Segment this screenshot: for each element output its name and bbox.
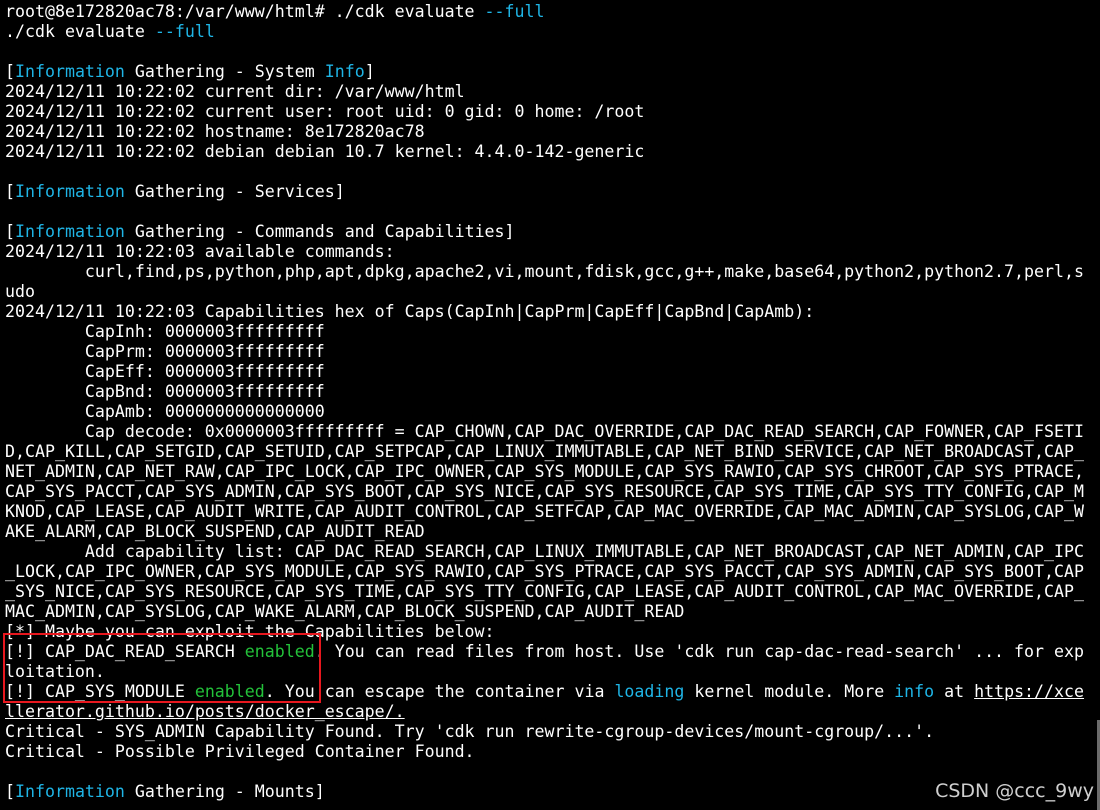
terminal-line: _SYS_NICE,CAP_SYS_RESOURCE,CAP_SYS_TIME,… — [5, 582, 1097, 602]
terminal-line: 2024/12/11 10:22:03 Capabilities hex of … — [5, 302, 1097, 322]
terminal-text: NET_ADMIN,CAP_NET_RAW,CAP_IPC_LOCK,CAP_I… — [5, 462, 1084, 481]
terminal-text: Gathering - Commands and Capabilities] — [124, 222, 515, 241]
terminal-text: Cap decode: 0x0000003fffffffff = CAP_CHO… — [5, 422, 1084, 441]
terminal-text: Gathering - Mounts] — [124, 782, 325, 801]
terminal-output[interactable]: root@8e172820ac78:/var/www/html# ./cdk e… — [5, 2, 1097, 802]
terminal-line: CapEff: 0000003fffffffff — [5, 362, 1097, 382]
terminal-line: CapBnd: 0000003fffffffff — [5, 382, 1097, 402]
terminal-text: . You can read files from host. Use 'cdk… — [314, 642, 1084, 661]
terminal-text: CAP_SYS_PACCT,CAP_SYS_ADMIN,CAP_SYS_BOOT… — [5, 482, 1084, 501]
terminal-line: [Information Gathering - Services] — [5, 182, 1097, 202]
terminal-line: Critical - SYS_ADMIN Capability Found. T… — [5, 722, 1097, 742]
terminal-text: kernel module. More — [684, 682, 895, 701]
terminal-text: curl,find,ps,python,php,apt,dpkg,apache2… — [5, 262, 1084, 281]
terminal-line: CapPrm: 0000003fffffffff — [5, 342, 1097, 362]
terminal-text: Info — [324, 62, 365, 81]
terminal-text: Information — [15, 62, 125, 81]
terminal-text: 2024/12/11 10:22:03 available commands: — [5, 242, 395, 261]
terminal-text: enabled — [244, 642, 315, 661]
terminal-text: Information — [15, 782, 125, 801]
terminal-text: AKE_ALARM,CAP_BLOCK_SUSPEND,CAP_AUDIT_RE… — [5, 522, 425, 541]
terminal-text: Information — [15, 182, 125, 201]
terminal-text: [ — [5, 182, 15, 201]
terminal-line: [Information Gathering - Mounts] — [5, 782, 1097, 802]
terminal-text: CapAmb: 0000000000000000 — [5, 402, 325, 421]
terminal-text: [ — [5, 62, 15, 81]
terminal-text: 2024/12/11 10:22:02 current user: root u… — [5, 102, 645, 121]
terminal-line: KNOD,CAP_LEASE,CAP_AUDIT_WRITE,CAP_AUDIT… — [5, 502, 1097, 522]
csdn-watermark: CSDN @ccc_9wy — [935, 780, 1094, 802]
terminal-line: AKE_ALARM,CAP_BLOCK_SUSPEND,CAP_AUDIT_RE… — [5, 522, 1097, 542]
terminal-line: [Information Gathering - Commands and Ca… — [5, 222, 1097, 242]
terminal-text: loitation. — [5, 662, 105, 681]
terminal-line: udo — [5, 282, 1097, 302]
terminal-text: KNOD,CAP_LEASE,CAP_AUDIT_WRITE,CAP_AUDIT… — [5, 502, 1084, 521]
terminal-text: _LOCK,CAP_IPC_OWNER,CAP_SYS_MODULE,CAP_S… — [5, 562, 1084, 581]
terminal-line: Cap decode: 0x0000003fffffffff = CAP_CHO… — [5, 422, 1097, 442]
terminal-link[interactable]: llerator.github.io/posts/docker_escape/. — [5, 702, 405, 721]
terminal-text: Critical - Possible Privileged Container… — [5, 742, 475, 761]
terminal-text: Gathering - System — [124, 62, 325, 81]
terminal-text: at — [934, 682, 975, 701]
terminal-line: [!] CAP_SYS_MODULE enabled. You can esca… — [5, 682, 1097, 702]
terminal-text: --full — [484, 2, 545, 21]
terminal-text: [*] Maybe you can exploit the Capabiliti… — [5, 622, 495, 641]
terminal-text: . You can escape the container via — [264, 682, 615, 701]
terminal-text: 2024/12/11 10:22:02 debian debian 10.7 k… — [5, 142, 645, 161]
terminal-line: 2024/12/11 10:22:03 available commands: — [5, 242, 1097, 262]
terminal-line: ./cdk evaluate --full — [5, 22, 1097, 42]
terminal-text: Gathering - Services] — [124, 182, 345, 201]
terminal-text: [ — [5, 782, 15, 801]
terminal-line: root@8e172820ac78:/var/www/html# ./cdk e… — [5, 2, 1097, 22]
terminal-line: curl,find,ps,python,php,apt,dpkg,apache2… — [5, 262, 1097, 282]
terminal-text: ] — [364, 62, 375, 81]
terminal-text: Information — [15, 222, 125, 241]
terminal-line: Add capability list: CAP_DAC_READ_SEARCH… — [5, 542, 1097, 562]
terminal-line: 2024/12/11 10:22:02 current dir: /var/ww… — [5, 82, 1097, 102]
terminal-text: 2024/12/11 10:22:02 current dir: /var/ww… — [5, 82, 465, 101]
terminal-line: _LOCK,CAP_IPC_OWNER,CAP_SYS_MODULE,CAP_S… — [5, 562, 1097, 582]
terminal-text: loading — [614, 682, 685, 701]
terminal-text: info — [894, 682, 935, 701]
terminal-text: D,CAP_KILL,CAP_SETGID,CAP_SETUID,CAP_SET… — [5, 442, 1084, 461]
terminal-text: ./cdk evaluate — [5, 22, 155, 41]
terminal-line: Critical - Possible Privileged Container… — [5, 742, 1097, 762]
terminal-line: 2024/12/11 10:22:02 current user: root u… — [5, 102, 1097, 122]
terminal-text: Add capability list: CAP_DAC_READ_SEARCH… — [5, 542, 1084, 561]
terminal-text: [ — [5, 222, 15, 241]
terminal-text: Critical - SYS_ADMIN Capability Found. T… — [5, 722, 935, 741]
terminal-line: MAC_ADMIN,CAP_SYSLOG,CAP_WAKE_ALARM,CAP_… — [5, 602, 1097, 622]
terminal-text: 2024/12/11 10:22:03 Capabilities hex of … — [5, 302, 815, 321]
terminal-text: CapPrm: 0000003fffffffff — [5, 342, 325, 361]
terminal-text: 2024/12/11 10:22:02 hostname: 8e172820ac… — [5, 122, 425, 141]
terminal-text: _SYS_NICE,CAP_SYS_RESOURCE,CAP_SYS_TIME,… — [5, 582, 1084, 601]
terminal-line: [Information Gathering - System Info] — [5, 62, 1097, 82]
terminal-text: CapEff: 0000003fffffffff — [5, 362, 325, 381]
terminal-line: D,CAP_KILL,CAP_SETGID,CAP_SETUID,CAP_SET… — [5, 442, 1097, 462]
terminal-text: enabled — [194, 682, 265, 701]
terminal-text: [!] CAP_SYS_MODULE — [5, 682, 195, 701]
terminal-line: loitation. — [5, 662, 1097, 682]
terminal-text: udo — [5, 282, 35, 301]
terminal-line: 2024/12/11 10:22:02 hostname: 8e172820ac… — [5, 122, 1097, 142]
terminal-text: CapInh: 0000003fffffffff — [5, 322, 325, 341]
terminal-line: 2024/12/11 10:22:02 debian debian 10.7 k… — [5, 142, 1097, 162]
terminal-line: CAP_SYS_PACCT,CAP_SYS_ADMIN,CAP_SYS_BOOT… — [5, 482, 1097, 502]
terminal-link[interactable]: https://xce — [974, 682, 1084, 701]
terminal-line: [*] Maybe you can exploit the Capabiliti… — [5, 622, 1097, 642]
terminal-text: [!] CAP_DAC_READ_SEARCH — [5, 642, 245, 661]
terminal-text: CapBnd: 0000003fffffffff — [5, 382, 325, 401]
terminal-text: MAC_ADMIN,CAP_SYSLOG,CAP_WAKE_ALARM,CAP_… — [5, 602, 685, 621]
terminal-line: CapInh: 0000003fffffffff — [5, 322, 1097, 342]
terminal-line: NET_ADMIN,CAP_NET_RAW,CAP_IPC_LOCK,CAP_I… — [5, 462, 1097, 482]
terminal-line: CapAmb: 0000000000000000 — [5, 402, 1097, 422]
terminal-line: llerator.github.io/posts/docker_escape/. — [5, 702, 1097, 722]
terminal-text: root@8e172820ac78:/var/www/html# ./cdk e… — [5, 2, 485, 21]
terminal-text: --full — [154, 22, 215, 41]
terminal-line: [!] CAP_DAC_READ_SEARCH enabled. You can… — [5, 642, 1097, 662]
